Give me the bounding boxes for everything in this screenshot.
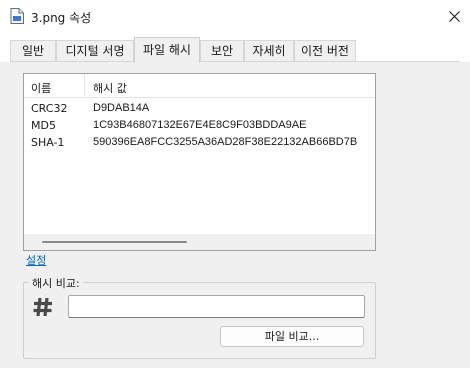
- hash-compare-group: [23, 282, 376, 359]
- tab-divider: [10, 61, 460, 62]
- column-separator[interactable]: [84, 74, 85, 96]
- close-button[interactable]: [440, 3, 468, 29]
- tab-details[interactable]: 자세히: [244, 40, 294, 62]
- tab-bar: 일반 디지털 서명 파일 해시 보안 자세히 이전 버전: [0, 34, 470, 63]
- hash-name: MD5: [31, 119, 56, 132]
- window-title: 3.png 속성: [31, 11, 92, 25]
- compare-file-button[interactable]: 파일 비교...: [220, 326, 364, 347]
- hash-row[interactable]: CRC32 D9DAB14A: [24, 101, 375, 117]
- close-icon: [448, 10, 460, 22]
- hash-row[interactable]: SHA-1 590396EA8FCC3255A36AD28F38E22132AB…: [24, 135, 375, 151]
- tab-previous-versions[interactable]: 이전 버전: [294, 40, 356, 62]
- column-header-name[interactable]: 이름: [31, 80, 51, 96]
- hash-value: 590396EA8FCC3255A36AD28F38E22132AB66BD7B: [93, 136, 358, 148]
- hash-list[interactable]: 이름 해시 값 CRC32 D9DAB14A MD5 1C93B46807132…: [23, 73, 376, 251]
- hash-icon: [33, 297, 52, 317]
- hash-list-header: 이름 해시 값: [24, 74, 375, 98]
- scrollbar-thumb[interactable]: [42, 241, 187, 243]
- hash-row[interactable]: MD5 1C93B46807132E67E4E8C9F03BDDA9AE: [24, 118, 375, 134]
- settings-link[interactable]: 설정: [26, 252, 46, 268]
- hash-compare-input[interactable]: [68, 295, 365, 318]
- title-bar: 3.png 속성: [0, 0, 470, 34]
- column-header-hash-value[interactable]: 해시 값: [93, 80, 127, 96]
- tab-general[interactable]: 일반: [10, 40, 56, 62]
- tab-security[interactable]: 보안: [200, 40, 244, 62]
- hash-name: CRC32: [31, 102, 68, 115]
- hash-name: SHA-1: [31, 136, 65, 149]
- tab-file-hash[interactable]: 파일 해시: [134, 37, 200, 63]
- file-image-icon: [10, 8, 24, 24]
- properties-window: 3.png 속성 일반 디지털 서명 파일 해시 보안 자세히 이전 버전 이름…: [0, 0, 470, 368]
- horizontal-scrollbar[interactable]: [24, 234, 375, 250]
- hash-value: 1C93B46807132E67E4E8C9F03BDDA9AE: [93, 119, 307, 131]
- hash-compare-label: 해시 비교:: [29, 275, 83, 291]
- tab-digital-signature[interactable]: 디지털 서명: [56, 40, 134, 62]
- hash-value: D9DAB14A: [93, 102, 150, 114]
